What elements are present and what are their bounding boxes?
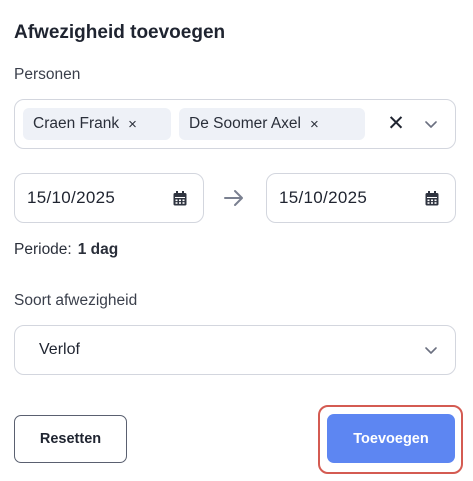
absence-type-select[interactable]: Verlof [14,325,456,375]
calendar-icon[interactable] [173,191,187,206]
person-chip-label: De Soomer Axel [189,115,301,132]
person-chip: De Soomer Axel × [179,108,365,140]
date-from-input[interactable]: 15/10/2025 [14,173,204,223]
calendar-icon[interactable] [425,191,439,206]
clear-all-icon[interactable]: ✕ [386,112,406,136]
chevron-down-icon[interactable] [423,116,439,132]
date-to-input[interactable]: 15/10/2025 [266,173,456,223]
date-to-value: 15/10/2025 [279,188,368,207]
add-absence-form: Afwezigheid toevoegen Personen Craen Fra… [0,0,473,481]
person-chip-label: Craen Frank [33,115,120,132]
date-from-value: 15/10/2025 [27,188,116,207]
chevron-down-icon[interactable] [423,342,439,358]
remove-person-icon[interactable]: × [310,116,319,133]
period-summary: Periode: 1 dag [14,241,118,259]
arrow-right-icon [222,188,246,208]
absence-type-value: Verlof [39,341,80,358]
reset-button[interactable]: Resetten [14,415,127,463]
period-label: Periode: [14,241,72,258]
persons-multiselect[interactable]: Craen Frank × De Soomer Axel × ✕ [14,99,456,149]
persons-label: Personen [14,66,81,83]
period-value: 1 dag [77,241,119,258]
submit-button[interactable]: Toevoegen [327,414,455,463]
absence-type-label: Soort afwezigheid [14,292,138,309]
remove-person-icon[interactable]: × [128,116,137,133]
person-chip: Craen Frank × [23,108,171,140]
form-title: Afwezigheid toevoegen [14,22,226,43]
